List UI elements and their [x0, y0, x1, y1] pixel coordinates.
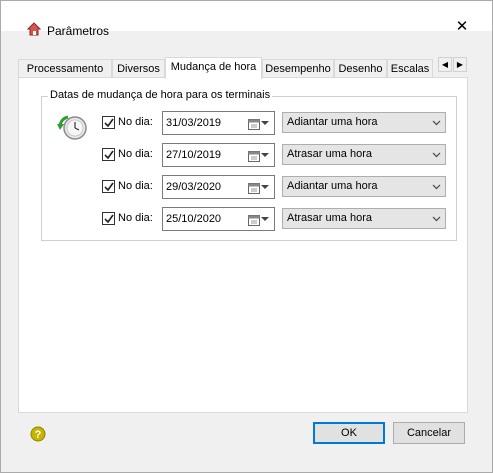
close-button[interactable]: ✕ [447, 15, 477, 37]
checkbox[interactable] [102, 180, 115, 193]
cancel-button[interactable]: Cancelar [393, 422, 465, 444]
calendar-icon [248, 215, 260, 226]
date-row: No dia: 29/03/2020 Adiantar uma hora [102, 175, 447, 199]
calendar-icon [248, 119, 260, 130]
date-row: No dia: 27/10/2019 Atrasar uma hora [102, 143, 447, 167]
date-value: 31/03/2019 [166, 117, 222, 129]
action-value: Atrasar uma hora [287, 148, 372, 160]
tab-scroll-left-button[interactable]: ◀ [438, 57, 452, 72]
dropdown-arrow-icon[interactable] [261, 153, 269, 157]
date-field[interactable]: 29/03/2020 [162, 175, 275, 199]
help-icon[interactable]: ? [30, 426, 46, 442]
date-field[interactable]: 25/10/2020 [162, 207, 275, 231]
tab-strip: Processamento Diversos Mudança de hora D… [18, 57, 468, 79]
action-select[interactable]: Atrasar uma hora [282, 208, 446, 229]
checkbox-label: No dia: [118, 148, 153, 160]
date-row: No dia: 25/10/2020 Atrasar uma hora [102, 207, 447, 231]
calendar-icon [248, 151, 260, 162]
date-value: 25/10/2020 [166, 213, 222, 225]
group-title: Datas de mudança de hora para os termina… [48, 89, 273, 101]
checkbox-label: No dia: [118, 212, 153, 224]
chevron-down-icon [432, 216, 441, 222]
action-value: Adiantar uma hora [287, 116, 378, 128]
chevron-down-icon [432, 184, 441, 190]
tab-diversos[interactable]: Diversos [112, 59, 165, 78]
checkbox[interactable] [102, 116, 115, 129]
action-value: Adiantar uma hora [287, 180, 378, 192]
date-value: 29/03/2020 [166, 181, 222, 193]
action-value: Atrasar uma hora [287, 212, 372, 224]
date-field[interactable]: 31/03/2019 [162, 111, 275, 135]
tab-processamento[interactable]: Processamento [18, 59, 112, 78]
date-row: No dia: 31/03/2019 Adiantar uma hora [102, 111, 447, 135]
tab-desenho[interactable]: Desenho [334, 59, 387, 78]
ok-button[interactable]: OK [313, 422, 385, 444]
calendar-icon [248, 183, 260, 194]
house-icon [27, 22, 41, 36]
dialog-window: Parâmetros ✕ Processamento Diversos Muda… [0, 0, 493, 473]
action-select[interactable]: Adiantar uma hora [282, 112, 446, 133]
date-field[interactable]: 27/10/2019 [162, 143, 275, 167]
tab-desempenho[interactable]: Desempenho [262, 59, 334, 78]
window-title: Parâmetros [47, 24, 110, 38]
tab-scroll-right-button[interactable]: ▶ [453, 57, 467, 72]
clock-refresh-icon [57, 115, 87, 140]
tab-mudanca-de-hora[interactable]: Mudança de hora [165, 57, 262, 79]
checkbox[interactable] [102, 212, 115, 225]
chevron-down-icon [432, 120, 441, 126]
checkbox[interactable] [102, 148, 115, 161]
close-icon: ✕ [455, 18, 469, 35]
dropdown-arrow-icon[interactable] [261, 121, 269, 125]
dropdown-arrow-icon[interactable] [261, 217, 269, 221]
checkbox-label: No dia: [118, 116, 153, 128]
chevron-down-icon [432, 152, 441, 158]
date-value: 27/10/2019 [166, 149, 222, 161]
svg-text:?: ? [35, 429, 42, 441]
dropdown-arrow-icon[interactable] [261, 185, 269, 189]
checkbox-label: No dia: [118, 180, 153, 192]
tab-escalas[interactable]: Escalas [387, 59, 433, 78]
action-select[interactable]: Adiantar uma hora [282, 176, 446, 197]
action-select[interactable]: Atrasar uma hora [282, 144, 446, 165]
